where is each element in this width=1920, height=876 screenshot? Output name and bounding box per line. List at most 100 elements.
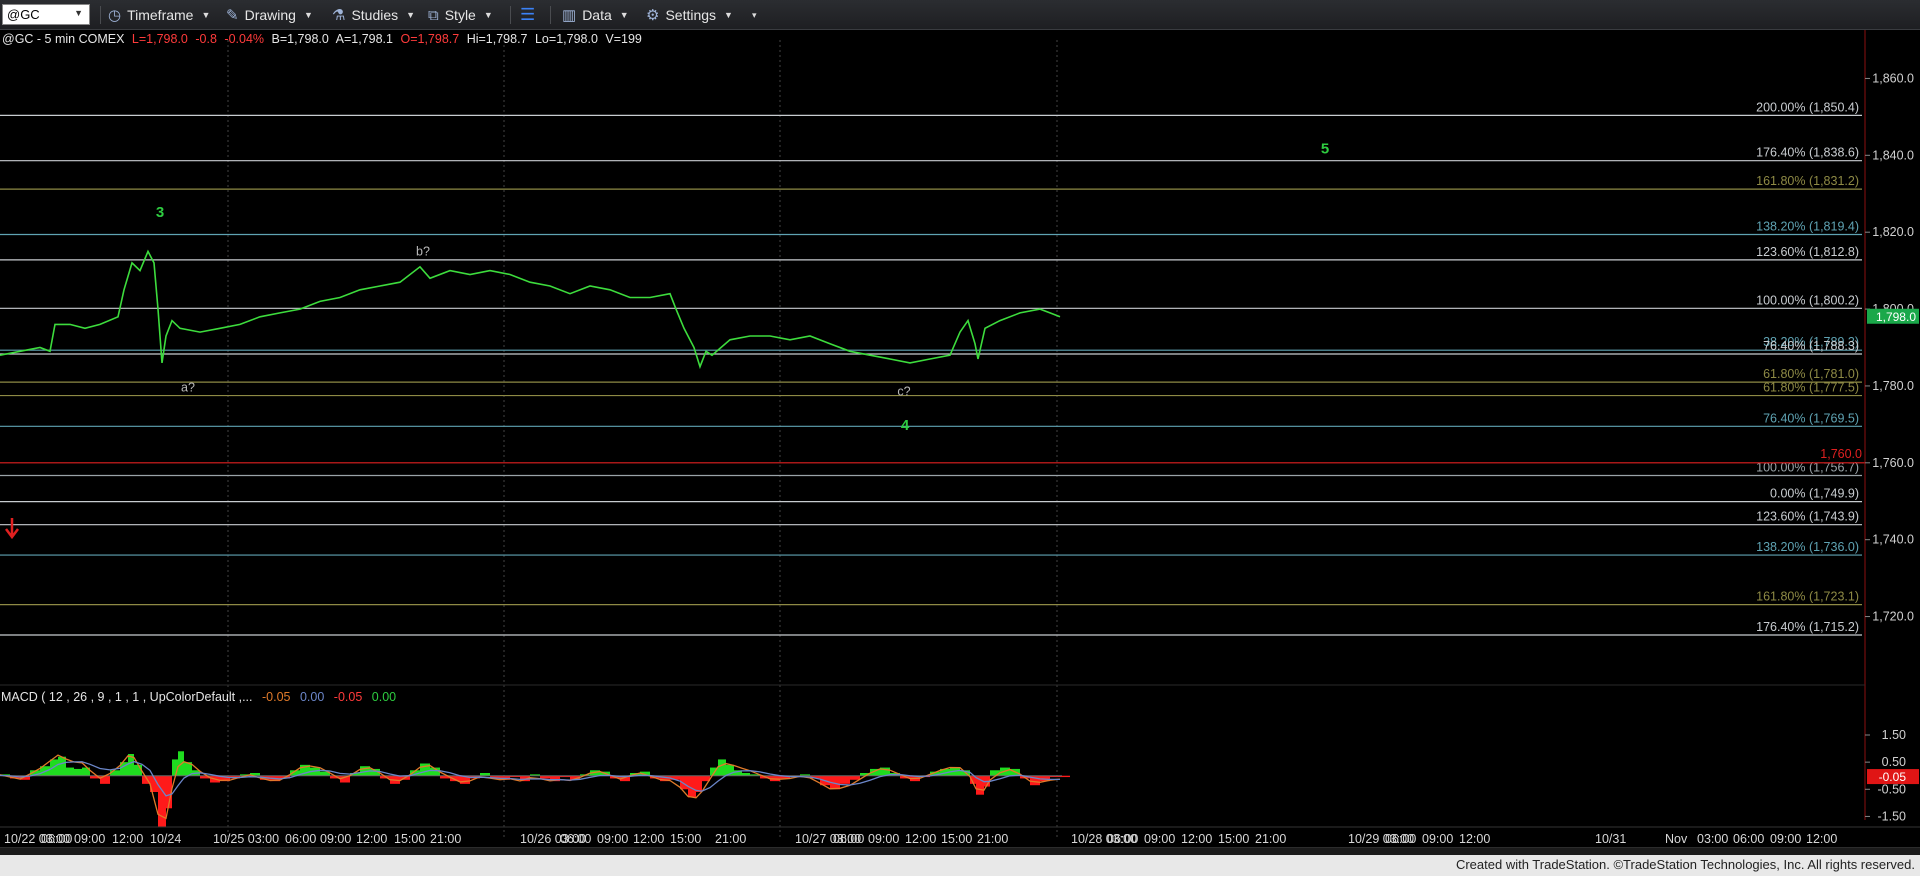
macd-histogram-bar [840, 775, 850, 784]
high-text: Hi=1,798.7 [467, 32, 528, 46]
macd-value-text: -0.05 [262, 690, 291, 704]
wave-label: 4 [901, 417, 910, 434]
x-tick-label: 09:00 [320, 832, 351, 846]
chevron-down-icon: ▼ [201, 10, 211, 20]
chevron-down-icon: ▾ [752, 9, 757, 20]
chevron-down-icon: ▼ [483, 10, 493, 20]
macd-histogram-bar [66, 767, 74, 776]
wave-annotation: c? [897, 385, 910, 399]
fib-level-label: 76.40% (1,788.3) [1763, 339, 1859, 353]
y-tick-label: 1,780.0 [1872, 379, 1914, 393]
x-tick-label: 10/31 [1595, 832, 1626, 846]
drawing-button[interactable]: ✎ Drawing ▼ [226, 3, 313, 27]
x-tick-label: 09:00 [1770, 832, 1801, 846]
toolbar-divider [100, 6, 101, 24]
chevron-down-icon: ▼ [74, 8, 83, 18]
x-tick-label: 03:00 [1697, 832, 1728, 846]
fib-level-label: 123.60% (1,743.9) [1756, 510, 1859, 524]
macd-diff-text: -0.05 [334, 690, 363, 704]
fib-level-label: 61.80% (1,781.0) [1763, 367, 1859, 381]
gear-icon: ⚙ [646, 7, 660, 24]
fib-level-label: 138.20% (1,736.0) [1756, 540, 1859, 554]
data-label: Data [582, 7, 612, 23]
x-tick-label: 09:00 [868, 832, 899, 846]
fib-level-label: 0.00% (1,749.9) [1770, 487, 1859, 501]
fib-level-label: 161.80% (1,723.1) [1756, 590, 1859, 604]
toolbar-divider [550, 6, 551, 24]
studies-label: Studies [351, 7, 399, 23]
chevron-down-icon: ▼ [406, 10, 416, 20]
symbol-input[interactable]: @GC ▼ [2, 4, 90, 25]
style-button[interactable]: ⧉ Style ▼ [428, 3, 493, 27]
y-tick-label: 1,720.0 [1872, 610, 1914, 624]
timeframe-label: Timeframe [127, 7, 194, 23]
settings-label: Settings [665, 7, 717, 23]
macd-header: MACD ( 12 , 26 , 9 , 1 , 1 , UpColorDefa… [1, 690, 396, 704]
fib-level-label: 200.00% (1,850.4) [1756, 100, 1859, 114]
chevron-down-icon: ▼ [619, 10, 629, 20]
x-tick-label: 21:00 [715, 832, 746, 846]
layout-button[interactable]: ☰ [520, 3, 541, 27]
timeframe-button[interactable]: ◷ Timeframe ▼ [108, 3, 210, 27]
layout-icon: ☰ [520, 5, 536, 24]
y-tick-label: 1,740.0 [1872, 533, 1914, 547]
toolbar-divider [510, 6, 511, 24]
x-tick-label: 21:00 [430, 832, 461, 846]
x-tick-label: 10/25 03:00 [213, 832, 279, 846]
bar-chart-icon: ▥ [562, 7, 577, 24]
macd-histogram-bar [696, 775, 702, 792]
style-label: Style [444, 7, 476, 23]
macd-histogram-bar [74, 768, 82, 776]
y-tick-label: -1.50 [1878, 809, 1907, 823]
x-tick-label: 09:00 [1144, 832, 1175, 846]
x-tick-label: 06:00 [285, 832, 316, 846]
fib-level-label: 123.60% (1,812.8) [1756, 245, 1859, 259]
x-tick-label: 10/24 [150, 832, 181, 846]
flask-icon: ⚗ [332, 7, 346, 24]
wave-label: 5 [1321, 140, 1329, 157]
fib-level-label: 176.40% (1,838.6) [1756, 146, 1859, 160]
y-tick-label: 1,760.0 [1872, 456, 1914, 470]
studies-button[interactable]: ⚗ Studies ▼ [332, 3, 415, 27]
x-tick-label: 21:00 [1255, 832, 1286, 846]
symbol-title: @GC - 5 min COMEX [2, 32, 125, 46]
macd-histogram-bar [850, 775, 860, 780]
macd-title: MACD ( 12 , 26 , 9 , 1 , 1 , UpColorDefa… [1, 690, 253, 704]
fib-level-label: 176.40% (1,715.2) [1756, 620, 1859, 634]
last-price-label: 1,798.0 [1876, 310, 1916, 324]
more-button[interactable]: ▾ [744, 3, 757, 27]
x-tick-label: 15:00 [670, 832, 701, 846]
x-tick-label: 12:00 [1806, 832, 1837, 846]
wave-label: 3 [156, 204, 164, 221]
drawing-label: Drawing [244, 7, 296, 23]
y-tick-label: 1,860.0 [1872, 71, 1914, 85]
symbol-info: @GC - 5 min COMEX L=1,798.0 -0.8 -0.04% … [2, 32, 642, 46]
y-tick-label: 1,820.0 [1872, 225, 1914, 239]
clock-icon: ◷ [108, 7, 122, 24]
chart-area[interactable]: @GC - 5 min COMEX L=1,798.0 -0.8 -0.04% … [0, 30, 1920, 847]
red-level-label: 1,760.0 [1820, 447, 1862, 461]
volume-text: V=199 [605, 32, 642, 46]
chart-background [0, 30, 1920, 847]
data-button[interactable]: ▥ Data ▼ [562, 3, 629, 27]
x-tick-label: 12:00 [112, 832, 143, 846]
y-tick-label: -0.50 [1878, 782, 1907, 796]
x-tick-label: 15:00 [394, 832, 425, 846]
macd-signal-text: 0.00 [300, 690, 324, 704]
x-tick-label: 12:00 [1459, 832, 1490, 846]
settings-button[interactable]: ⚙ Settings ▼ [646, 3, 733, 27]
macd-last-label: -0.05 [1879, 770, 1907, 784]
low-text: Lo=1,798.0 [535, 32, 598, 46]
x-tick-label: 06:00 [833, 832, 864, 846]
style-icon: ⧉ [428, 6, 439, 24]
toolbar: @GC ▼ ◷ Timeframe ▼ ✎ Drawing ▼ ⚗ Studie… [0, 0, 1920, 30]
fib-level-label: 161.80% (1,831.2) [1756, 174, 1859, 188]
x-tick-label: 06:00 [560, 832, 591, 846]
fib-level-label: 100.00% (1,800.2) [1756, 293, 1859, 307]
last-price-text: L=1,798.0 [132, 32, 188, 46]
x-tick-label: 09:00 [597, 832, 628, 846]
macd-histogram-bar [158, 775, 166, 828]
copyright-text: Created with TradeStation. ©TradeStation… [1455, 857, 1915, 872]
x-tick-label: 06:00 [1385, 832, 1416, 846]
x-tick-label: 09:00 [1422, 832, 1453, 846]
